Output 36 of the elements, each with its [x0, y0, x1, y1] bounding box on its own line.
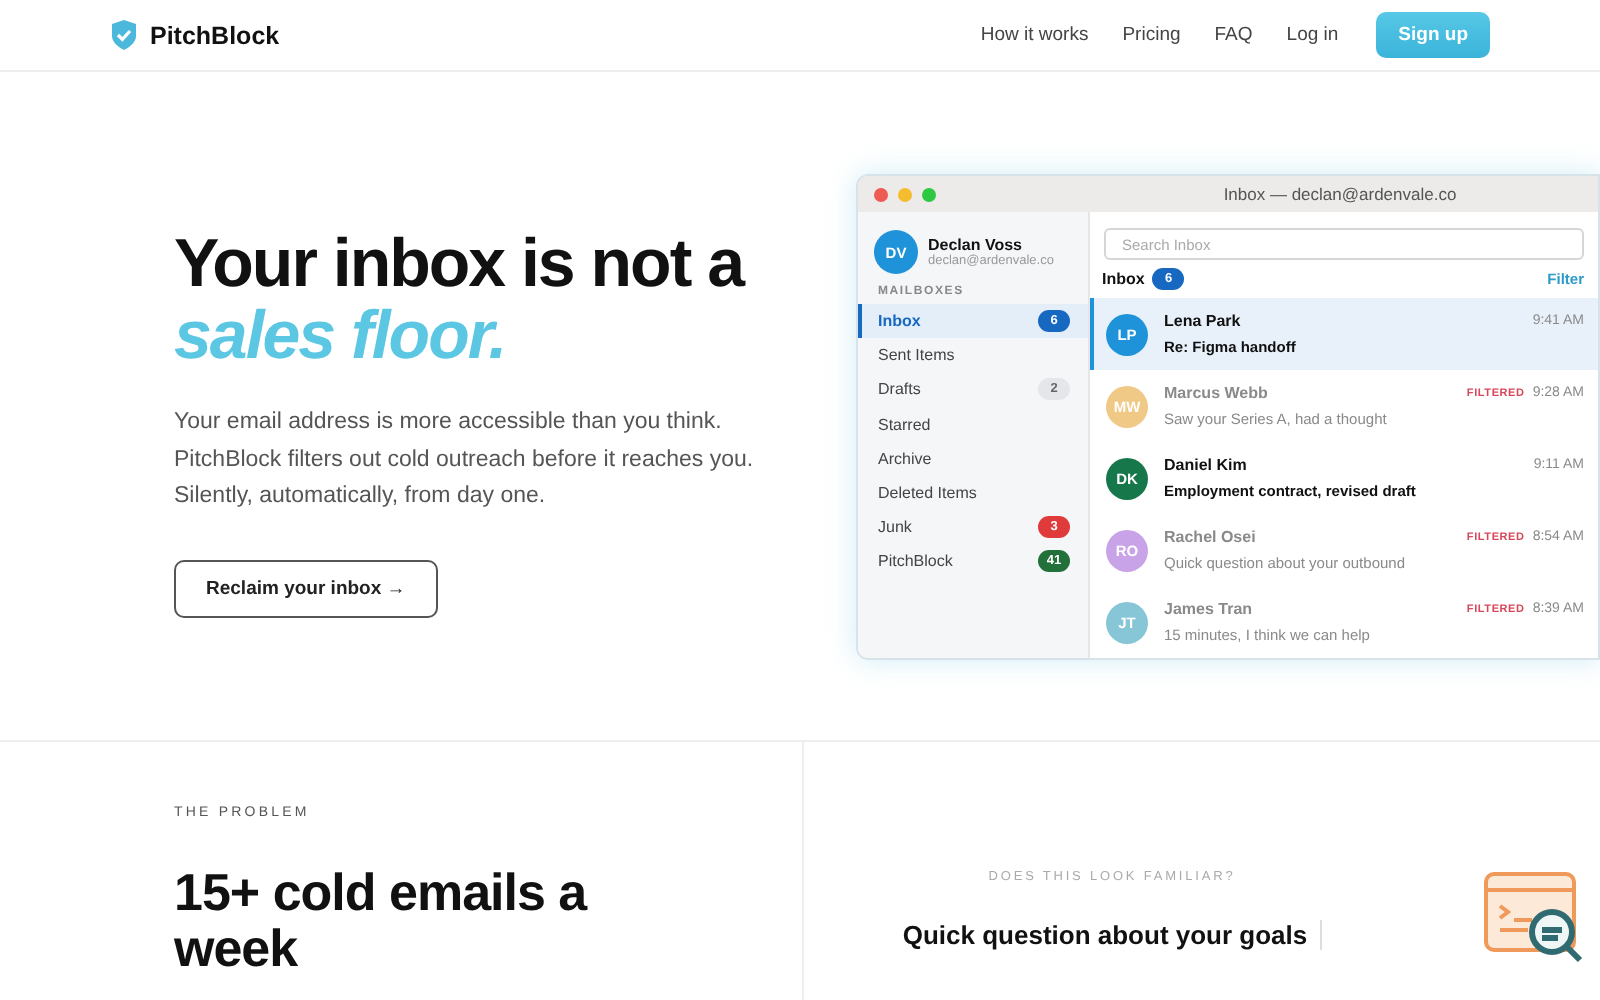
email-subject: Quick question about your goals [902, 920, 1322, 950]
sender-name: Daniel Kim [1164, 456, 1247, 474]
code-search-icon[interactable] [1484, 872, 1584, 964]
sender-name: Rachel Osei [1164, 528, 1256, 546]
close-dot-icon[interactable] [874, 187, 888, 201]
mailbox-label: Archive [878, 449, 932, 468]
nav-link[interactable]: How it works [980, 24, 1089, 46]
mailbox-label: Deleted Items [878, 484, 977, 503]
mailbox-label: PitchBlock [878, 552, 953, 571]
mailbox-label: Sent Items [878, 346, 955, 365]
list-title: Inbox [1102, 270, 1145, 288]
mailbox-label: Inbox [878, 312, 921, 331]
minimize-dot-icon[interactable] [898, 187, 912, 201]
brand-name[interactable]: PitchBlock [150, 21, 280, 49]
mailbox-item[interactable]: Starred [858, 407, 1088, 442]
mailbox-label: Drafts [878, 380, 921, 399]
nav-link[interactable]: Pricing [1122, 24, 1181, 46]
section-heading: 15+ cold emails a week [174, 864, 590, 976]
reclaim-inbox-button[interactable]: Reclaim your inbox → [174, 559, 438, 617]
nav-link[interactable]: Log in [1286, 24, 1339, 46]
mailbox-label: Starred [878, 415, 931, 434]
mailbox-label: Junk [878, 518, 912, 537]
hero-description: Your email address is more accessible than you think. PitchBlock filters out cold outreach before it reaches you. Silently, automatically, from day one. [174, 408, 754, 512]
sender-name: James Tran [1164, 600, 1253, 618]
sender-name: Marcus Webb [1164, 384, 1268, 402]
hero-heading-accent: sales floor. [174, 300, 508, 372]
hero-heading: Your inbox is not a [174, 228, 747, 300]
mailbox-item[interactable]: Archive [858, 441, 1088, 476]
mailbox-item[interactable]: Sent Items [858, 338, 1088, 373]
mailbox-item[interactable]: Deleted Items [858, 475, 1088, 511]
shield-logo-icon [110, 20, 138, 50]
maximize-dot-icon[interactable] [922, 187, 936, 201]
sender-name: Lena Park [1164, 312, 1241, 330]
account-name: Declan Voss [928, 236, 1024, 254]
nav-link[interactable]: FAQ [1214, 24, 1253, 46]
window-title: Inbox — declan@ardenvale.co [1223, 184, 1457, 204]
